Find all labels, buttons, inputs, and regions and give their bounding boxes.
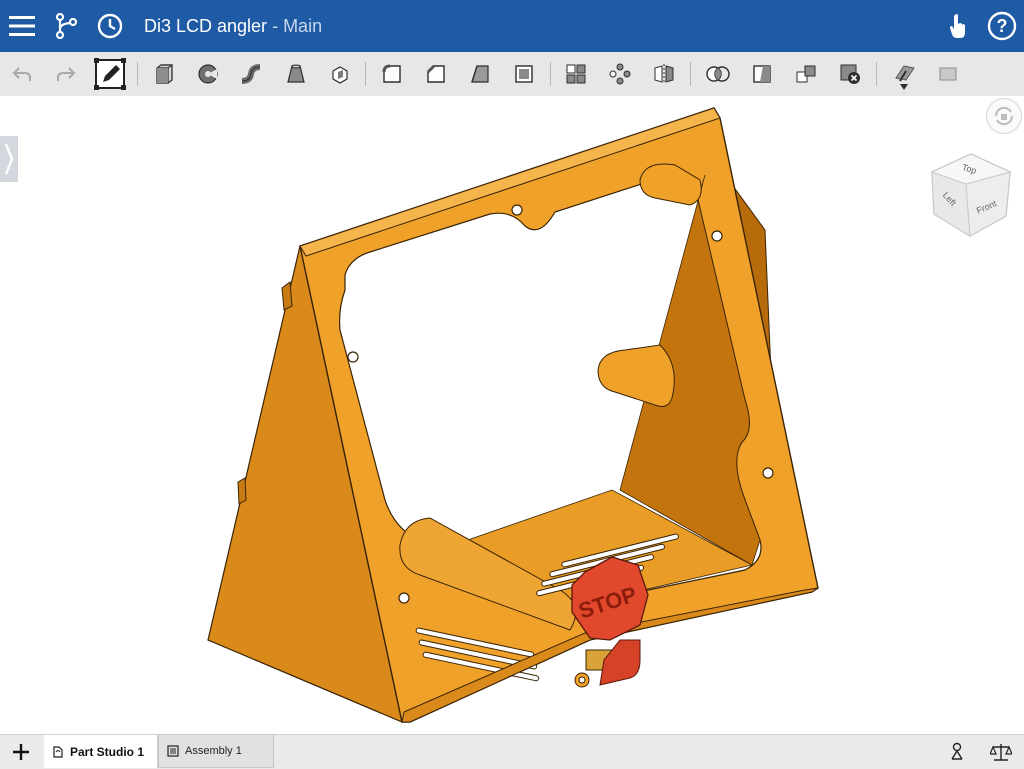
sheet-icon[interactable] <box>934 60 962 88</box>
branch-name[interactable]: Main <box>283 16 322 36</box>
view-cube[interactable]: Top Left Front <box>926 150 1016 242</box>
tab-part-studio-1[interactable]: Part Studio 1 <box>44 735 158 768</box>
shell-icon[interactable] <box>510 60 538 88</box>
fillet-icon[interactable] <box>378 60 406 88</box>
tab-label: Part Studio 1 <box>70 744 145 759</box>
sketch-icon[interactable] <box>94 58 126 90</box>
document-title: Di3 LCD angler - Main <box>144 14 322 38</box>
cad-model[interactable] <box>0 96 1024 734</box>
svg-text:?: ? <box>997 16 1008 36</box>
graphics-viewport[interactable]: STOP <box>0 96 1024 734</box>
revolve-icon[interactable] <box>194 60 222 88</box>
chevron-right-icon <box>4 143 14 175</box>
thicken-icon[interactable] <box>326 60 354 88</box>
toolbar-separator <box>876 62 877 86</box>
chamfer-icon[interactable] <box>422 60 450 88</box>
top-header: Di3 LCD angler - Main ? <box>0 0 1024 52</box>
clock-history-icon[interactable] <box>92 8 128 44</box>
draft-icon[interactable] <box>466 60 494 88</box>
rotate-icon <box>994 106 1014 126</box>
undo-icon[interactable] <box>8 60 36 88</box>
toolbar-separator <box>137 62 138 86</box>
feature-toolbar <box>0 52 1024 97</box>
loft-icon[interactable] <box>282 60 310 88</box>
split-icon[interactable] <box>748 60 776 88</box>
rotate-lock-button[interactable] <box>986 98 1022 134</box>
extrude-icon[interactable] <box>150 60 178 88</box>
document-name: Di3 LCD angler <box>144 16 268 36</box>
help-circle-icon[interactable]: ? <box>984 8 1020 44</box>
mate-connector-icon[interactable] <box>946 741 968 763</box>
tab-assembly-1[interactable]: Assembly 1 <box>158 735 274 768</box>
delete-part-icon[interactable] <box>836 60 864 88</box>
tab-label: Assembly 1 <box>185 745 242 757</box>
dropdown-arrow-icon <box>900 84 908 90</box>
boolean-icon[interactable] <box>704 60 732 88</box>
circular-pattern-icon[interactable] <box>606 60 634 88</box>
hamburger-menu-icon[interactable] <box>4 8 40 44</box>
redo-icon[interactable] <box>52 60 80 88</box>
plane-icon[interactable] <box>890 56 918 96</box>
assembly-icon <box>167 745 179 757</box>
balance-scale-icon[interactable] <box>990 741 1012 763</box>
toolbar-separator <box>690 62 691 86</box>
tab-bar: Part Studio 1 Assembly 1 <box>0 734 1024 769</box>
part-studio-icon <box>52 745 64 758</box>
feature-list-toggle[interactable] <box>0 136 18 182</box>
title-separator: - <box>267 16 284 36</box>
transform-icon[interactable] <box>792 60 820 88</box>
linear-pattern-icon[interactable] <box>562 60 590 88</box>
touch-hand-icon[interactable] <box>940 8 976 44</box>
mirror-icon[interactable] <box>650 60 678 88</box>
plus-icon <box>13 744 29 760</box>
toolbar-separator <box>550 62 551 86</box>
sweep-icon[interactable] <box>238 60 266 88</box>
branch-versions-icon[interactable] <box>48 8 84 44</box>
add-tab-button[interactable] <box>6 739 36 765</box>
toolbar-separator <box>365 62 366 86</box>
